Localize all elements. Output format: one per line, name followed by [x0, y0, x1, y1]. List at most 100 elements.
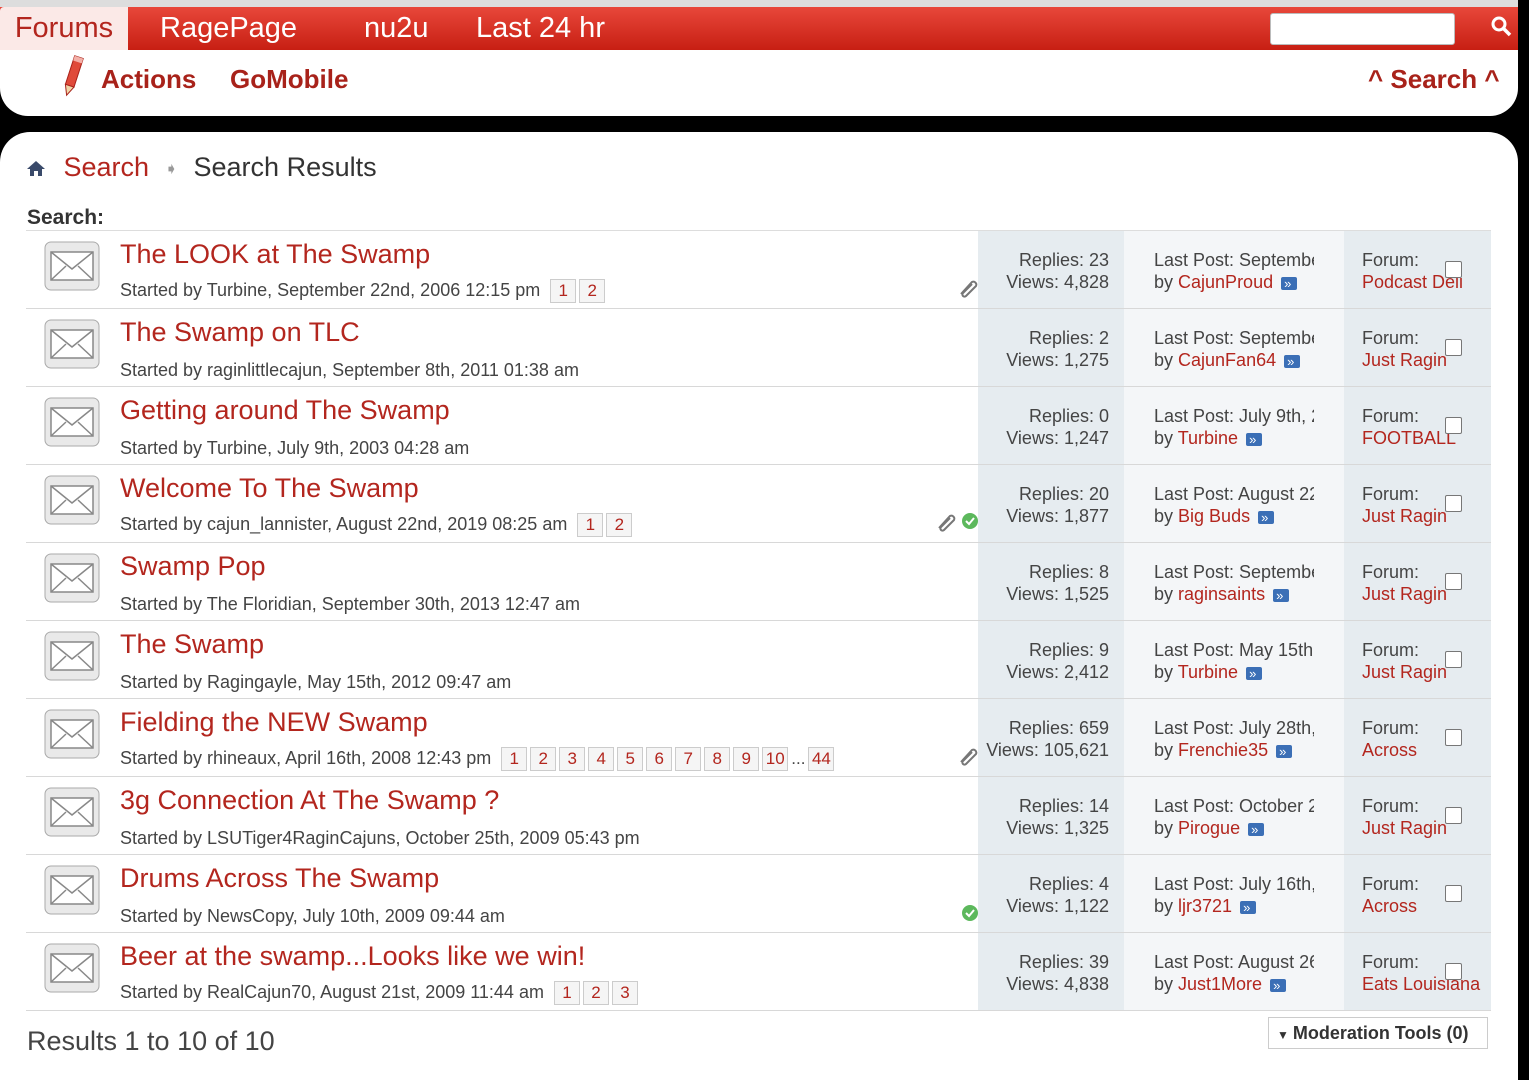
page-link[interactable]: 2 — [606, 513, 633, 537]
forum-cell: Forum: Just Ragin — [1344, 309, 1491, 386]
thread-started-by: Started by NewsCopy, July 10th, 2009 09:… — [120, 906, 505, 926]
search-input[interactable] — [1270, 13, 1455, 45]
thread-status-icons — [957, 904, 979, 926]
last-post-user-link[interactable]: Turbine — [1178, 428, 1238, 448]
page-link[interactable]: 44 — [808, 747, 835, 771]
search-icon[interactable] — [1488, 15, 1514, 41]
last-post-user-link[interactable]: CajunProud — [1178, 272, 1273, 292]
forum-label: Forum: — [1362, 406, 1420, 426]
forum-link[interactable]: Across — [1362, 896, 1417, 916]
tab-last-24-hr[interactable]: Last 24 hr — [476, 7, 605, 50]
forum-link[interactable]: FOOTBALL — [1362, 428, 1456, 448]
forum-cell: Forum: Eats Louisiana — [1344, 933, 1491, 1010]
thread-stats: Replies: 9 Views: 2,412 — [978, 621, 1124, 698]
tab-ragepage[interactable]: RagePage — [160, 7, 297, 50]
sub-nav-bar: Actions GoMobile ^ Search ^ — [0, 50, 1518, 116]
goto-last-post-icon[interactable] — [1276, 741, 1293, 763]
page-link[interactable]: 7 — [675, 747, 702, 771]
tab-forums[interactable]: Forums — [0, 7, 128, 50]
select-checkbox[interactable] — [1445, 495, 1462, 512]
page-link[interactable]: 4 — [588, 747, 615, 771]
thread-title-link[interactable]: Getting around The Swamp — [120, 395, 450, 426]
last-post-user-link[interactable]: Pirogue — [1178, 818, 1240, 838]
page-link[interactable]: 6 — [646, 747, 673, 771]
home-icon[interactable] — [26, 153, 46, 184]
forum-link[interactable]: Just Ragin — [1362, 506, 1447, 526]
breadcrumb-search-link[interactable]: Search — [64, 152, 150, 182]
page-link[interactable]: 3 — [559, 747, 586, 771]
last-post-user-link[interactable]: ljr3721 — [1178, 896, 1232, 916]
page-link[interactable]: 1 — [553, 981, 580, 1005]
thread-row: 3g Connection At The Swamp ? Started by … — [26, 777, 1491, 855]
page-link[interactable]: 10 — [762, 747, 789, 771]
select-checkbox[interactable] — [1445, 651, 1462, 668]
page-link[interactable]: 8 — [704, 747, 731, 771]
page-link[interactable]: 1 — [550, 279, 577, 303]
search-toggle-link[interactable]: ^ Search ^ — [1368, 64, 1500, 95]
forum-link[interactable]: Eats Louisiana — [1362, 974, 1480, 994]
select-checkbox[interactable] — [1445, 963, 1462, 980]
thread-started-by: Started by rhineaux, April 16th, 2008 12… — [120, 747, 492, 768]
thread-meta: Started by rhineaux, April 16th, 2008 12… — [120, 747, 837, 771]
thread-title-link[interactable]: Drums Across The Swamp — [120, 863, 439, 894]
page-link[interactable]: 5 — [617, 747, 644, 771]
goto-last-post-icon[interactable] — [1273, 585, 1290, 607]
last-post-user-link[interactable]: Just1More — [1178, 974, 1262, 994]
select-checkbox[interactable] — [1445, 417, 1462, 434]
goto-last-post-icon[interactable] — [1246, 663, 1263, 685]
thread-title-link[interactable]: The LOOK at The Swamp — [120, 239, 430, 270]
last-post-cell: Last Post: July 16th, by ljr3721 — [1124, 855, 1344, 932]
forum-link[interactable]: Just Ragin — [1362, 584, 1447, 604]
forum-link[interactable]: Just Ragin — [1362, 818, 1447, 838]
page-link[interactable]: 2 — [582, 981, 609, 1005]
select-checkbox[interactable] — [1445, 261, 1462, 278]
forum-link[interactable]: Across — [1362, 740, 1417, 760]
views-count: Views: 2,412 — [1006, 662, 1109, 682]
actions-link[interactable]: Actions — [101, 64, 196, 95]
last-post-by: by Big Buds — [1154, 506, 1275, 529]
goto-last-post-icon[interactable] — [1284, 351, 1301, 373]
gomobile-link[interactable]: GoMobile — [230, 64, 348, 95]
goto-last-post-icon[interactable] — [1270, 975, 1287, 997]
last-post-user-link[interactable]: Frenchie35 — [1178, 740, 1268, 760]
page-link[interactable]: 2 — [579, 279, 606, 303]
replies-count: Replies: 4 — [1028, 874, 1109, 894]
thread-title-link[interactable]: Swamp Pop — [120, 551, 266, 582]
thread-meta: Started by Turbine, July 9th, 2003 04:28… — [120, 438, 469, 459]
main-panel: Search ➧ Search Results Search: The LOOK… — [0, 132, 1518, 1080]
goto-last-post-icon[interactable] — [1281, 273, 1298, 295]
select-checkbox[interactable] — [1445, 885, 1462, 902]
select-checkbox[interactable] — [1445, 339, 1462, 356]
forum-cell: Forum: Across — [1344, 855, 1491, 932]
page-link[interactable]: 1 — [501, 747, 528, 771]
thread-status-icons — [931, 510, 979, 536]
goto-last-post-icon[interactable] — [1258, 507, 1275, 529]
last-post-user-link[interactable]: Big Buds — [1178, 506, 1250, 526]
page-link[interactable]: 3 — [611, 981, 638, 1005]
tab-nu2u[interactable]: nu2u — [364, 7, 429, 50]
thread-title-link[interactable]: Welcome To The Swamp — [120, 473, 419, 504]
last-post-date: Last Post: September — [1154, 250, 1314, 270]
goto-last-post-icon[interactable] — [1240, 897, 1257, 919]
goto-last-post-icon[interactable] — [1248, 819, 1265, 841]
select-checkbox[interactable] — [1445, 573, 1462, 590]
forum-link[interactable]: Just Ragin — [1362, 662, 1447, 682]
last-post-user-link[interactable]: raginsaints — [1178, 584, 1265, 604]
last-post-user-link[interactable]: Turbine — [1178, 662, 1238, 682]
last-post-date: Last Post: July 16th, — [1154, 874, 1314, 894]
page-link[interactable]: 9 — [733, 747, 760, 771]
moderation-tools-button[interactable]: ▼ Moderation Tools (0) — [1268, 1017, 1488, 1049]
select-checkbox[interactable] — [1445, 729, 1462, 746]
page-link[interactable]: 2 — [530, 747, 557, 771]
thread-title-link[interactable]: Beer at the swamp...Looks like we win! — [120, 941, 585, 972]
last-post-by: by ljr3721 — [1154, 896, 1257, 919]
thread-title-link[interactable]: Fielding the NEW Swamp — [120, 707, 428, 738]
thread-title-link[interactable]: The Swamp on TLC — [120, 317, 360, 348]
thread-title-link[interactable]: 3g Connection At The Swamp ? — [120, 785, 499, 816]
thread-title-link[interactable]: The Swamp — [120, 629, 264, 660]
page-link[interactable]: 1 — [577, 513, 604, 537]
select-checkbox[interactable] — [1445, 807, 1462, 824]
last-post-user-link[interactable]: CajunFan64 — [1178, 350, 1276, 370]
forum-link[interactable]: Just Ragin — [1362, 350, 1447, 370]
goto-last-post-icon[interactable] — [1246, 429, 1263, 451]
